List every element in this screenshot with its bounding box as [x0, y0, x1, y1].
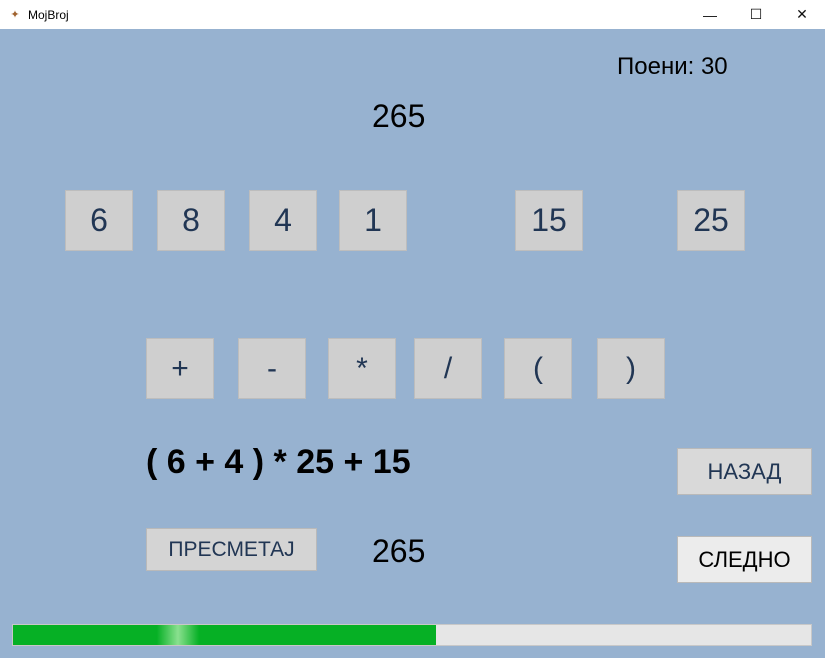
expression-display: ( 6 + 4 ) * 25 + 15	[146, 443, 411, 481]
timer-progress-bar	[12, 624, 812, 646]
number-tile[interactable]: 4	[249, 190, 317, 251]
operator-plus[interactable]: +	[146, 338, 214, 399]
title-bar: ✦ MojBroj — ☐ ✕	[0, 0, 825, 29]
app-icon: ✦	[10, 9, 20, 21]
number-tile[interactable]: 6	[65, 190, 133, 251]
number-tile[interactable]: 8	[157, 190, 225, 251]
target-number: 265	[372, 98, 426, 134]
score-label: Поени: 30	[617, 53, 728, 80]
progress-fill	[13, 625, 436, 645]
maximize-icon[interactable]: ☐	[733, 0, 779, 29]
operator-divide[interactable]: /	[414, 338, 482, 399]
operator-open-paren[interactable]: (	[504, 338, 572, 399]
window-title: MojBroj	[28, 7, 69, 22]
result-value: 265	[372, 533, 426, 569]
number-tile[interactable]: 25	[677, 190, 745, 251]
window-controls: — ☐ ✕	[687, 0, 825, 29]
game-area: Поени: 30 265 6 8 4 1 15 25 + - * / ( ) …	[0, 29, 825, 658]
minimize-icon[interactable]: —	[687, 0, 733, 29]
number-tile[interactable]: 15	[515, 190, 583, 251]
calculate-button[interactable]: ПРЕСМЕТАЈ	[146, 528, 317, 571]
back-button[interactable]: НАЗАД	[677, 448, 812, 495]
operator-minus[interactable]: -	[238, 338, 306, 399]
next-button[interactable]: СЛЕДНО	[677, 536, 812, 583]
number-tile[interactable]: 1	[339, 190, 407, 251]
operator-close-paren[interactable]: )	[597, 338, 665, 399]
operator-multiply[interactable]: *	[328, 338, 396, 399]
close-icon[interactable]: ✕	[779, 0, 825, 29]
